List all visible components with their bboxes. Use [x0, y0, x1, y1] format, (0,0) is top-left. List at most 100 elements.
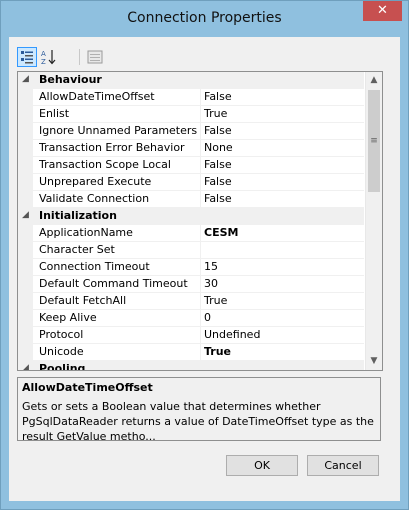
property-row-unicode[interactable]: Unicode True	[18, 344, 364, 361]
category-label: Behaviour	[39, 73, 102, 86]
property-row-enlist[interactable]: Enlist True	[18, 106, 364, 123]
property-name: Validate Connection	[39, 192, 150, 205]
property-pages-icon	[87, 50, 103, 64]
property-value[interactable]: None	[204, 141, 233, 154]
close-button[interactable]: ✕	[363, 1, 402, 21]
vertical-scrollbar[interactable]: ▲ ≡ ▼	[365, 72, 382, 370]
property-row-validate-connection[interactable]: Validate Connection False	[18, 191, 364, 208]
property-row-default-fetchall[interactable]: Default FetchAll True	[18, 293, 364, 310]
row-margin	[18, 259, 33, 276]
property-pages-button[interactable]	[85, 47, 105, 67]
row-margin	[18, 89, 33, 106]
property-row-connection-timeout[interactable]: Connection Timeout 15	[18, 259, 364, 276]
property-grid: ◢ Behaviour AllowDateTimeOffset False Enl…	[17, 71, 383, 371]
property-row-protocol[interactable]: Protocol Undefined	[18, 327, 364, 344]
alphabetical-button[interactable]: A Z	[39, 47, 59, 67]
category-label: Pooling	[39, 362, 86, 371]
row-margin	[18, 344, 33, 361]
property-row-allowdatetimeoffset[interactable]: AllowDateTimeOffset False	[18, 89, 364, 106]
collapse-triangle-icon[interactable]: ◢	[22, 210, 29, 220]
scroll-down-arrow-icon[interactable]: ▼	[366, 353, 382, 370]
property-row-keep-alive[interactable]: Keep Alive 0	[18, 310, 364, 327]
scroll-up-arrow-icon[interactable]: ▲	[366, 72, 382, 89]
column-divider	[200, 225, 201, 242]
column-divider	[200, 157, 201, 174]
grip-icon: ≡	[370, 136, 378, 146]
cancel-button[interactable]: Cancel	[307, 455, 379, 476]
svg-text:Z: Z	[41, 58, 46, 65]
dialog-body: A Z ◢ Behaviour AllowDateTimeOffset Fals…	[9, 37, 400, 501]
property-name: Connection Timeout	[39, 260, 150, 273]
category-behaviour[interactable]: ◢ Behaviour	[18, 72, 364, 89]
property-row-default-command-timeout[interactable]: Default Command Timeout 30	[18, 276, 364, 293]
property-name: Protocol	[39, 328, 84, 341]
property-row-transaction-error-behavior[interactable]: Transaction Error Behavior None	[18, 140, 364, 157]
property-name: Default FetchAll	[39, 294, 127, 307]
property-row-transaction-scope-local[interactable]: Transaction Scope Local False	[18, 157, 364, 174]
property-name: Unicode	[39, 345, 84, 358]
collapse-triangle-icon[interactable]: ◢	[22, 363, 29, 370]
toolbar-separator	[79, 49, 80, 65]
property-name: Transaction Scope Local	[39, 158, 171, 171]
property-value[interactable]: 15	[204, 260, 218, 273]
category-label: Initialization	[39, 209, 117, 222]
property-name: ApplicationName	[39, 226, 133, 239]
collapse-triangle-icon[interactable]: ◢	[22, 74, 29, 84]
row-margin	[18, 327, 33, 344]
property-value[interactable]: True	[204, 345, 231, 358]
property-value[interactable]: False	[204, 158, 232, 171]
property-value[interactable]: True	[204, 107, 227, 120]
column-divider	[200, 191, 201, 208]
property-value[interactable]: Undefined	[204, 328, 260, 341]
property-name: Keep Alive	[39, 311, 97, 324]
dialog-title: Connection Properties	[127, 10, 282, 26]
row-margin	[18, 242, 33, 259]
property-value[interactable]: True	[204, 294, 227, 307]
close-icon: ✕	[377, 3, 388, 18]
column-divider	[200, 276, 201, 293]
row-margin	[18, 293, 33, 310]
categorized-icon	[21, 51, 33, 64]
description-text: Gets or sets a Boolean value that determ…	[22, 400, 374, 443]
description-title: AllowDateTimeOffset	[22, 381, 153, 394]
svg-text:A: A	[41, 50, 46, 58]
row-margin	[18, 140, 33, 157]
alphabetical-sort-icon: A Z	[41, 50, 56, 65]
property-name: Ignore Unnamed Parameters	[39, 124, 198, 137]
property-name: AllowDateTimeOffset	[39, 90, 155, 103]
column-divider	[200, 174, 201, 191]
row-margin	[18, 157, 33, 174]
property-row-character-set[interactable]: Character Set	[18, 242, 364, 259]
description-panel: AllowDateTimeOffset Gets or sets a Boole…	[17, 377, 381, 443]
category-pooling[interactable]: ◢ Pooling	[18, 361, 364, 371]
property-value[interactable]: 0	[204, 311, 211, 324]
category-initialization[interactable]: ◢ Initialization	[18, 208, 364, 225]
property-row-applicationname[interactable]: ApplicationName CESM	[18, 225, 364, 242]
property-name: Default Command Timeout	[39, 277, 188, 290]
column-divider	[200, 242, 201, 259]
property-rows: ◢ Behaviour AllowDateTimeOffset False Enl…	[18, 72, 364, 371]
column-divider	[200, 327, 201, 344]
property-value[interactable]: False	[204, 175, 232, 188]
row-margin	[18, 123, 33, 140]
scrollbar-thumb[interactable]: ≡	[368, 90, 380, 192]
property-value[interactable]: False	[204, 90, 232, 103]
property-value[interactable]: False	[204, 192, 232, 205]
column-divider	[200, 123, 201, 140]
ok-button[interactable]: OK	[226, 455, 298, 476]
column-divider	[200, 106, 201, 123]
row-margin	[18, 106, 33, 123]
row-margin	[18, 310, 33, 327]
property-value[interactable]: False	[204, 124, 232, 137]
title-bar[interactable]: Connection Properties ✕	[1, 1, 408, 37]
row-margin	[18, 276, 33, 293]
property-value[interactable]: 30	[204, 277, 218, 290]
column-divider	[200, 310, 201, 327]
categorized-button[interactable]	[17, 47, 37, 67]
property-row-ignore-unnamed-parameters[interactable]: Ignore Unnamed Parameters False	[18, 123, 364, 140]
column-divider	[200, 140, 201, 157]
dialog-window: Connection Properties ✕ A Z ◢ Behaviour …	[0, 0, 409, 510]
property-row-unprepared-execute[interactable]: Unprepared Execute False	[18, 174, 364, 191]
property-value[interactable]: CESM	[204, 226, 238, 239]
property-name: Enlist	[39, 107, 70, 120]
